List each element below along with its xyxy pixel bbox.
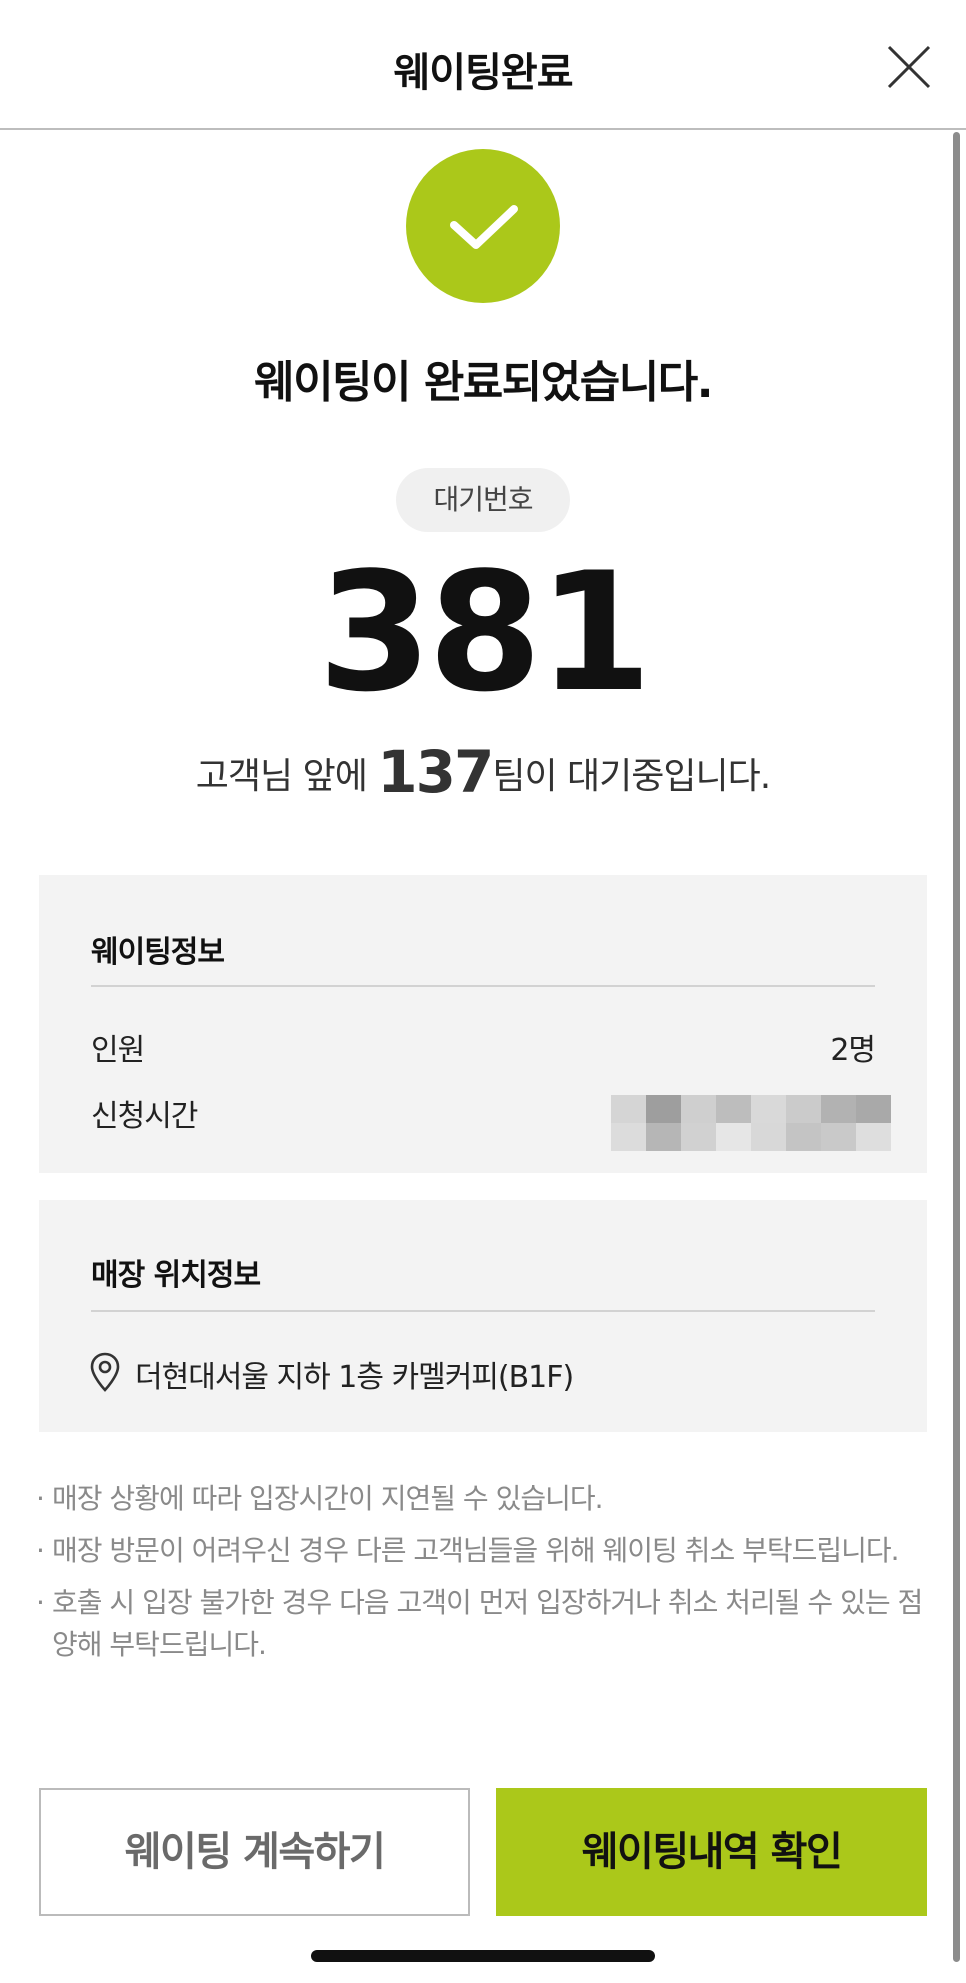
check-icon [450,205,518,249]
teams-ahead-prefix: 고객님 앞에 [195,756,378,797]
notice-item: 호출 시 입장 불가한 경우 다음 고객이 먼저 입장하거나 취소 처리될 수 … [36,1582,926,1666]
success-badge [406,149,560,303]
close-icon [887,45,931,89]
teams-ahead-message: 고객님 앞에 137팀이 대기중입니다. [0,738,966,806]
party-size-value: 2명 [830,1033,876,1068]
divider [91,1310,875,1312]
waiting-number: 381 [317,537,652,728]
store-address: 더현대서울 지하 1층 카멜커피(B1F) [135,1360,574,1395]
store-location-title: 매장 위치정보 [91,1258,261,1293]
store-location-card: 매장 위치정보 더현대서울 지하 1층 카멜커피(B1F) [39,1200,927,1432]
header: 웨이팅완료 [0,0,966,130]
party-size-label: 인원 [91,1033,145,1068]
location-pin-icon [90,1352,120,1392]
home-indicator[interactable] [311,1950,655,1962]
continue-waiting-button[interactable]: 웨이팅 계속하기 [39,1788,470,1916]
notice-item: 매장 방문이 어려우신 경우 다른 고객님들을 위해 웨이팅 취소 부탁드립니다… [36,1530,926,1572]
waiting-info-title: 웨이팅정보 [91,935,225,970]
notice-list: 매장 상황에 따라 입장시간이 지연될 수 있습니다. 매장 방문이 어려우신 … [36,1478,926,1676]
waiting-info-card: 웨이팅정보 인원 2명 신청시간 [39,875,927,1173]
page-title: 웨이팅완료 [393,50,574,96]
check-waiting-history-button[interactable]: 웨이팅내역 확인 [496,1788,927,1916]
divider [91,985,875,987]
completion-message: 웨이팅이 완료되었습니다. [254,357,713,408]
notice-item: 매장 상황에 따라 입장시간이 지연될 수 있습니다. [36,1478,926,1520]
request-time-label: 신청시간 [91,1099,198,1134]
teams-ahead-suffix: 팀이 대기중입니다. [492,756,771,797]
close-button[interactable] [886,44,932,90]
waiting-number-label: 대기번호 [396,468,570,532]
request-time-redacted [611,1095,891,1151]
teams-ahead-count: 137 [377,738,494,806]
